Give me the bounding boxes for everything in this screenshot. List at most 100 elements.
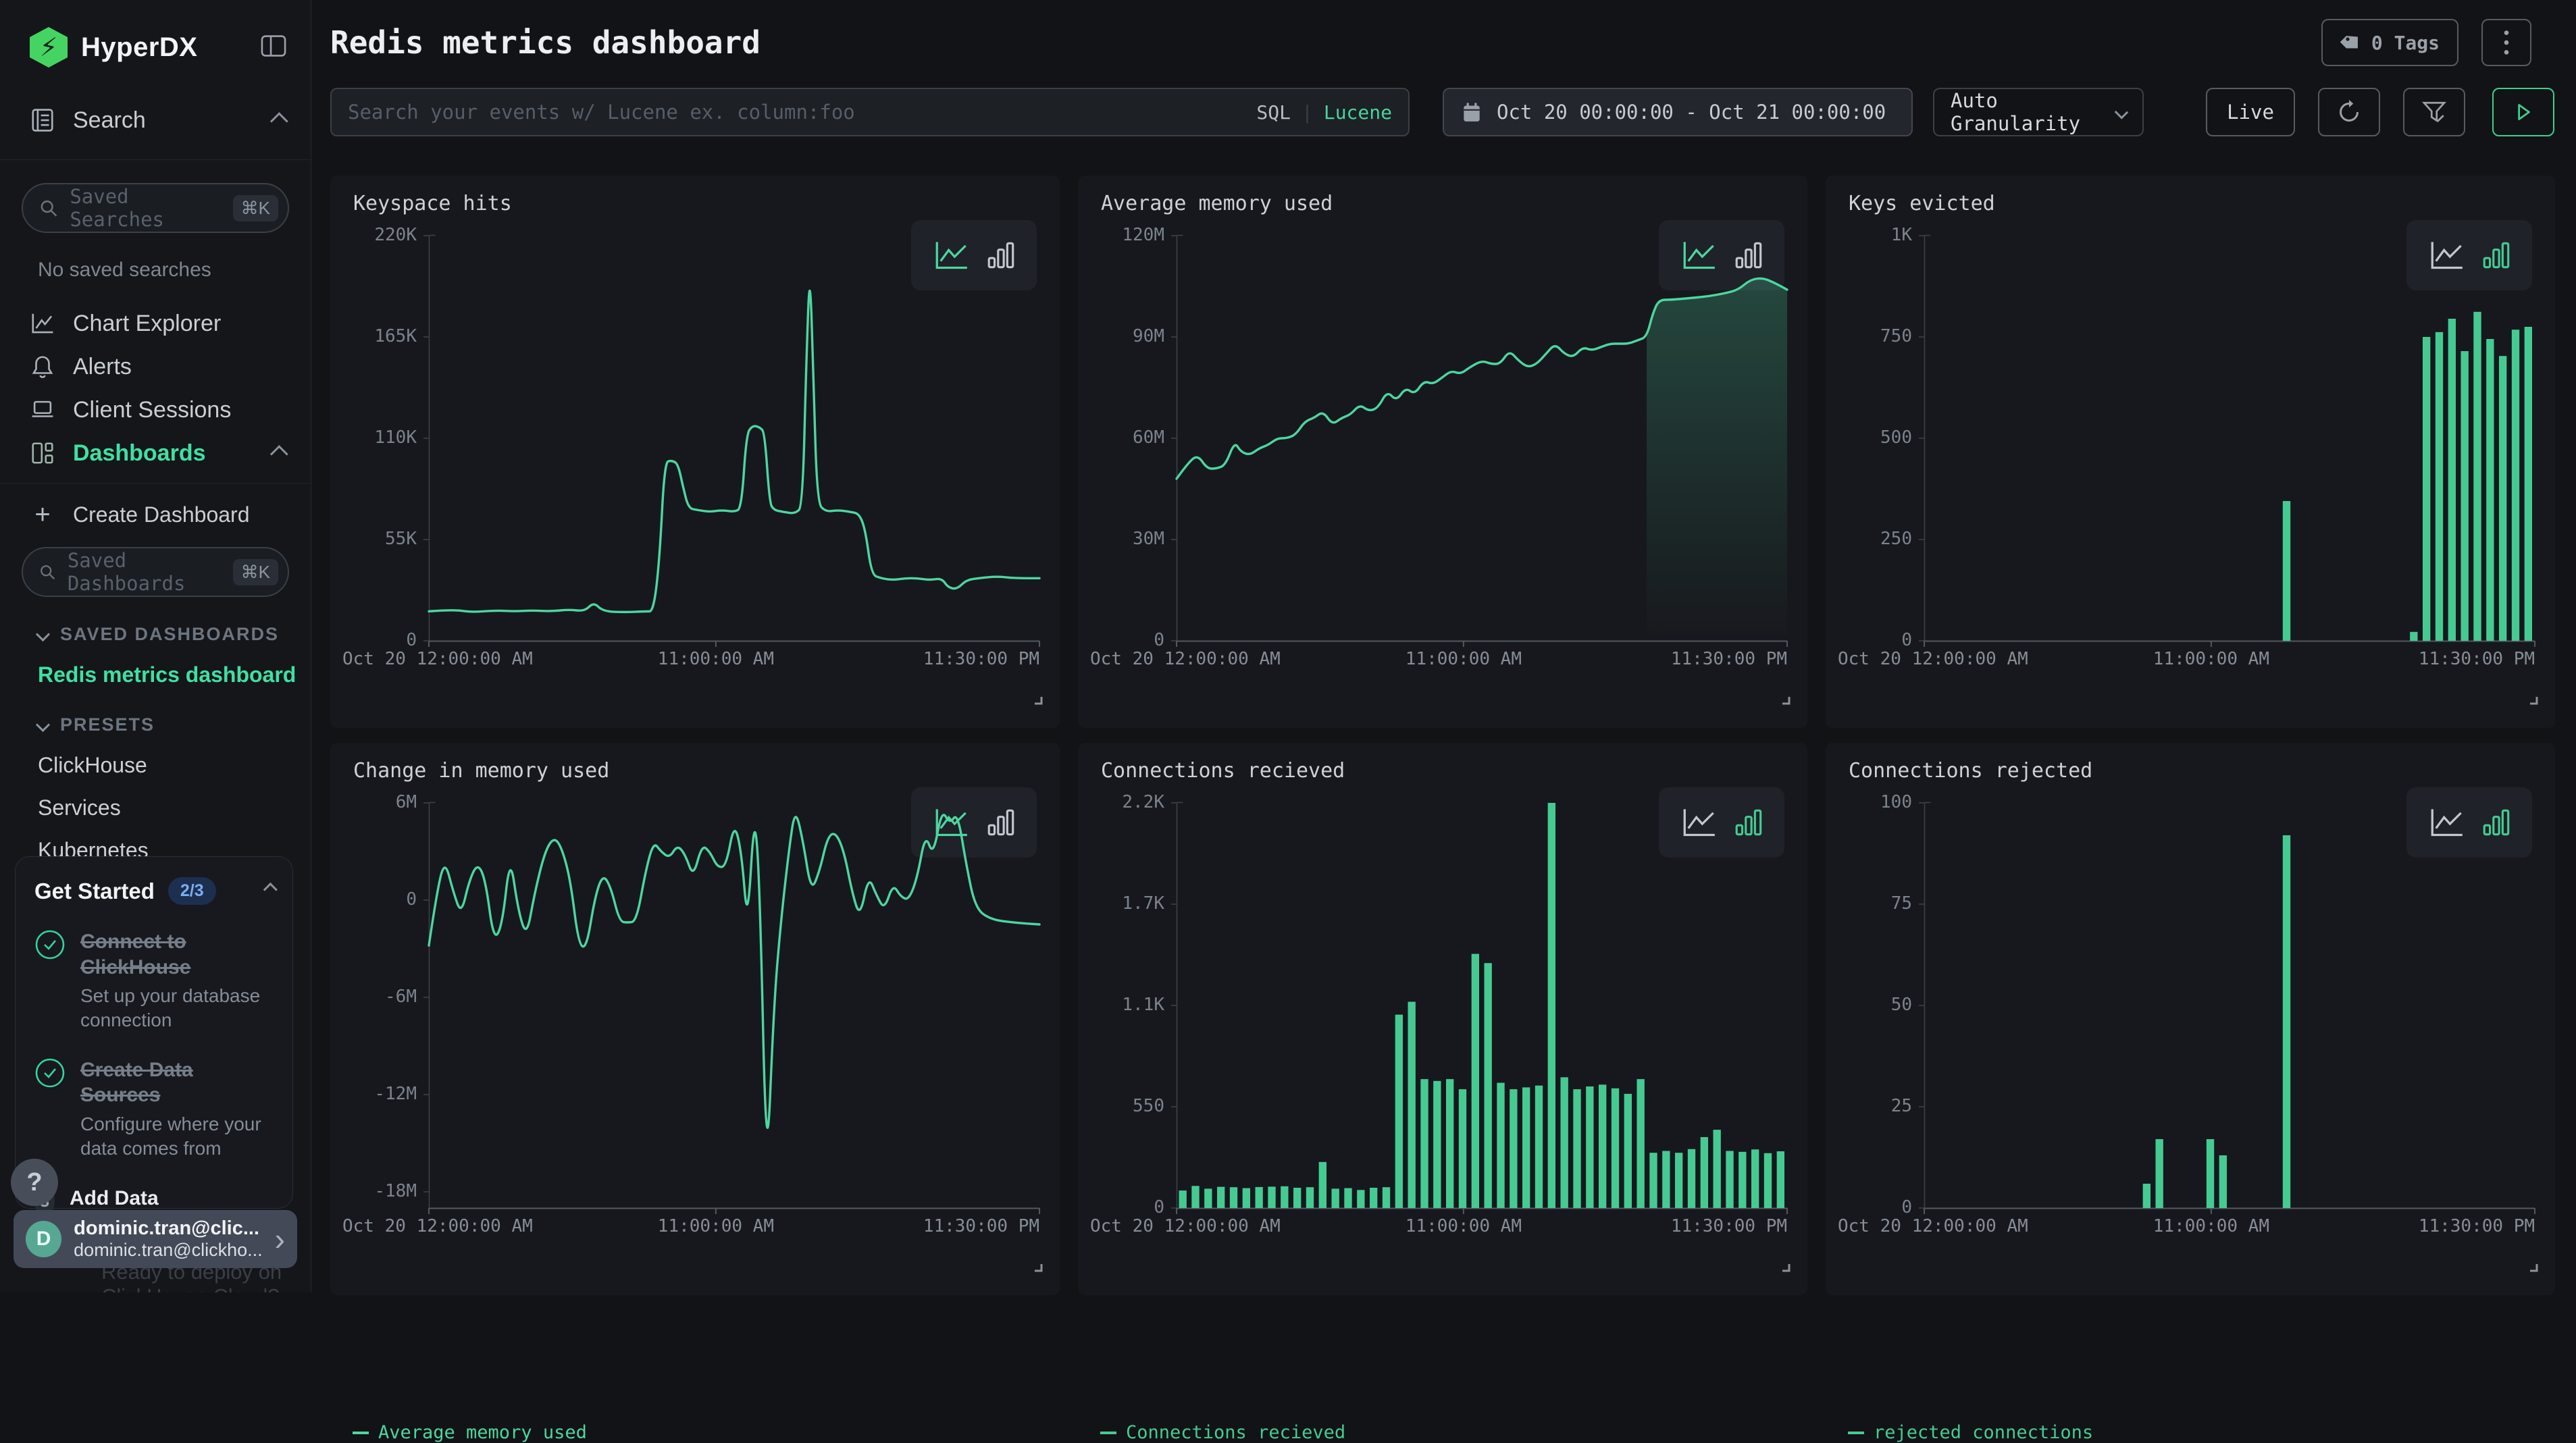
- resize-handle[interactable]: [1779, 1261, 1791, 1276]
- line-series: [429, 815, 1039, 1128]
- user-name: dominic.tran@clic...: [74, 1217, 263, 1240]
- y-axis-tick-label: 750: [1826, 326, 1912, 346]
- help-button[interactable]: ?: [11, 1159, 58, 1206]
- more-options-button[interactable]: [2481, 19, 2531, 66]
- bar: [1599, 1084, 1606, 1208]
- chart-title: Keys evicted: [1849, 192, 1995, 215]
- y-axis-tick-label: 1.7K: [1078, 893, 1164, 914]
- step-title: Connect to ClickHouse: [80, 929, 249, 980]
- step-title: Create Data Sources: [80, 1057, 274, 1108]
- resize-handle[interactable]: [1031, 693, 1044, 709]
- chevron-down-icon: [36, 627, 50, 641]
- step-desc: Configure where your data comes from: [80, 1112, 274, 1161]
- granularity-select[interactable]: Auto Granularity: [1933, 88, 2144, 136]
- sidebar-item-dashboards[interactable]: Dashboards: [0, 431, 311, 475]
- legend-label: rejected connections: [1874, 1422, 2093, 1443]
- calendar-icon: [1460, 101, 1483, 124]
- bar: [1293, 1188, 1301, 1208]
- legend-marker: [1848, 1432, 1864, 1434]
- get-started-item-sources[interactable]: Create Data Sources Configure where your…: [34, 1057, 274, 1161]
- presets-section[interactable]: PRESETS: [0, 714, 311, 735]
- event-search-input[interactable]: Search your events w/ Lucene ex. column:…: [330, 88, 1410, 136]
- sidebar-item-chart-explorer[interactable]: Chart Explorer: [0, 302, 311, 345]
- resize-handle[interactable]: [2527, 693, 2539, 709]
- bar: [1230, 1187, 1237, 1208]
- chevron-right-icon: ›: [275, 1224, 285, 1255]
- chart-card-keyspace-hits: Keyspace hits 220K165K110K55K0Oct 20 12:…: [330, 176, 1060, 728]
- bar: [2512, 330, 2519, 641]
- step-desc: Set up your database connection: [80, 984, 274, 1033]
- bar: [2525, 327, 2532, 641]
- chart-title: Connections rejected: [1849, 759, 2092, 783]
- y-axis-tick-label: -6M: [330, 987, 417, 1007]
- bar: [1726, 1151, 1733, 1208]
- sidebar-item-label: Dashboards: [73, 440, 206, 467]
- bar: [1446, 1079, 1453, 1208]
- sidebar-item-services[interactable]: Services: [0, 795, 311, 820]
- legend: Connections recieved: [1100, 1422, 1345, 1443]
- saved-dashboards-input[interactable]: Saved Dashboards ⌘K: [22, 547, 289, 597]
- sidebar-item-alerts[interactable]: Alerts: [0, 345, 311, 388]
- bar: [1688, 1149, 1695, 1208]
- chart-canvas: [1913, 802, 2538, 1229]
- tags-button[interactable]: 0 Tags: [2321, 19, 2458, 66]
- bar: [1459, 1089, 1466, 1208]
- resize-handle[interactable]: [1031, 1261, 1044, 1276]
- tag-icon: [2340, 32, 2362, 53]
- create-dashboard-button[interactable]: + Create Dashboard: [0, 493, 311, 536]
- legend: rejected connections: [1848, 1422, 2093, 1443]
- bar: [2156, 1139, 2163, 1208]
- legend-label: Average memory used: [378, 1422, 587, 1443]
- saved-dashboards-section[interactable]: SAVED DASHBOARDS: [0, 624, 311, 645]
- chart-canvas: [1166, 235, 1790, 662]
- bar: [1573, 1089, 1580, 1208]
- user-menu[interactable]: D dominic.tran@clic... dominic.tran@clic…: [14, 1210, 297, 1268]
- bar: [2283, 501, 2290, 641]
- y-axis-tick-label: 500: [1826, 427, 1912, 448]
- date-range-picker[interactable]: Oct 20 00:00:00 - Oct 21 00:00:00: [1443, 88, 1913, 136]
- resize-handle[interactable]: [1779, 693, 1791, 709]
- brand-row: ⚡ HyperDX: [0, 0, 311, 68]
- y-axis-tick-label: 90M: [1078, 326, 1164, 346]
- bar: [1497, 1083, 1504, 1208]
- sidebar-item-client-sessions[interactable]: Client Sessions: [0, 388, 311, 431]
- y-axis-tick-label: -18M: [330, 1181, 417, 1201]
- sidebar-collapse-icon[interactable]: [259, 32, 288, 63]
- chart-title: Keyspace hits: [353, 192, 512, 215]
- chart-title: Change in memory used: [353, 759, 609, 783]
- y-axis-tick-label: 55K: [330, 529, 417, 549]
- saved-searches-placeholder: Saved Searches: [70, 185, 222, 231]
- y-axis-tick-label: 0: [1826, 1197, 1912, 1217]
- plus-icon: +: [30, 500, 55, 530]
- chart-card-keys-evicted: Keys evicted 1K7505002500Oct 20 12:00:00…: [1826, 176, 2555, 728]
- y-axis-tick-label: 2.2K: [1078, 792, 1164, 812]
- sidebar-item-clickhouse[interactable]: ClickHouse: [0, 753, 311, 778]
- bar: [1751, 1149, 1759, 1208]
- saved-searches-input[interactable]: Saved Searches ⌘K: [22, 183, 289, 233]
- refresh-button[interactable]: [2318, 88, 2380, 136]
- laptop-icon: [30, 397, 55, 423]
- section-label: SAVED DASHBOARDS: [60, 624, 279, 645]
- check-circle-icon: [34, 1057, 66, 1161]
- get-started-item-connect[interactable]: Connect to ClickHouse Set up your databa…: [34, 929, 274, 1033]
- user-email: dominic.tran@clickho...: [74, 1240, 263, 1261]
- live-button[interactable]: Live: [2206, 88, 2295, 136]
- sidebar-item-search[interactable]: Search: [0, 99, 311, 142]
- chevron-up-icon[interactable]: [263, 885, 274, 898]
- sql-toggle[interactable]: SQL: [1256, 101, 1291, 124]
- y-axis-tick-label: 0: [1078, 630, 1164, 650]
- lucene-toggle[interactable]: Lucene: [1324, 101, 1392, 124]
- bar: [2473, 312, 2481, 641]
- bar: [1675, 1153, 1682, 1208]
- filter-button[interactable]: [2403, 88, 2465, 136]
- chart-card-connections-rejected: Connections rejected 1007550250Oct 20 12…: [1826, 743, 2555, 1295]
- bar: [1395, 1015, 1403, 1208]
- chart-card-average-memory-used: Average memory used 120M90M60M30M0Oct 20…: [1078, 176, 1807, 728]
- y-axis-tick-label: 25: [1826, 1096, 1912, 1116]
- sidebar-item-redis-dashboard[interactable]: Redis metrics dashboard: [0, 662, 311, 687]
- dashboards-icon: [30, 440, 55, 466]
- run-query-button[interactable]: [2492, 88, 2554, 136]
- resize-handle[interactable]: [2527, 1261, 2539, 1276]
- bar: [1485, 963, 1492, 1208]
- bar: [2486, 339, 2494, 641]
